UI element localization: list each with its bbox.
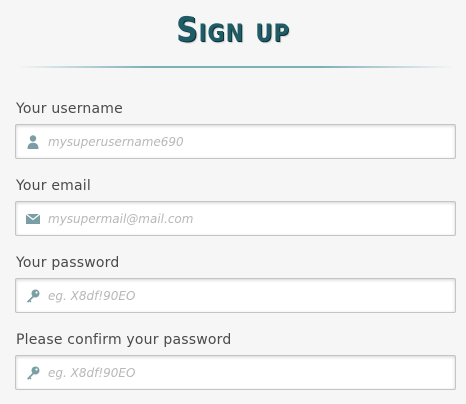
confirm-password-label: Please confirm your password <box>16 332 232 348</box>
username-field-wrapper <box>15 124 456 159</box>
password-field-wrapper <box>15 278 456 313</box>
user-icon <box>25 134 41 150</box>
email-field-wrapper <box>15 201 456 236</box>
confirm-password-input[interactable] <box>48 356 448 389</box>
confirm-password-field-wrapper <box>15 355 456 390</box>
password-input[interactable] <box>48 279 448 312</box>
key-icon <box>25 365 41 381</box>
password-label: Your password <box>16 255 120 271</box>
username-label: Your username <box>16 101 123 117</box>
email-label: Your email <box>16 178 91 194</box>
email-input[interactable] <box>48 202 448 235</box>
username-input[interactable] <box>48 125 448 158</box>
page-title: Sign up <box>176 10 290 50</box>
envelope-icon <box>25 211 41 227</box>
title-divider <box>16 66 454 68</box>
key-icon <box>25 288 41 304</box>
